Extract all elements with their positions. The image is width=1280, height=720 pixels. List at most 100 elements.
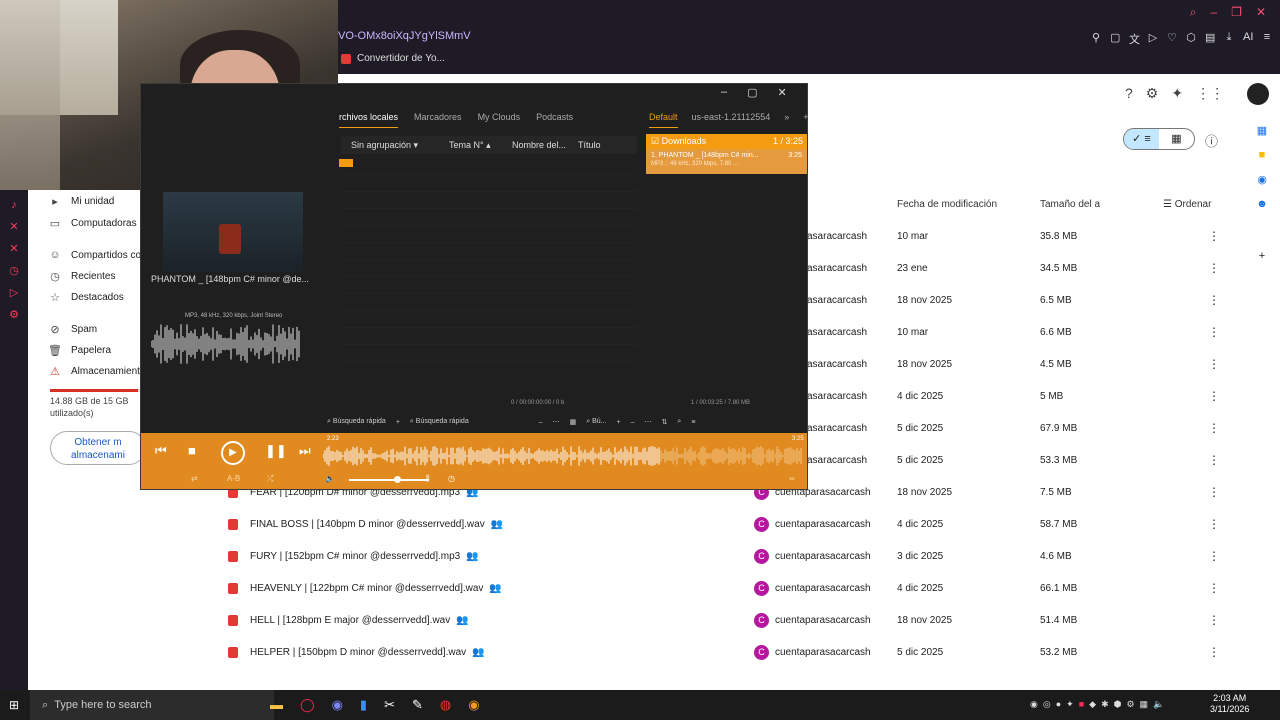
close-icon[interactable]: ✕ bbox=[778, 86, 787, 99]
table-row[interactable]: FINAL BOSS | [140bpm D minor @desserrved… bbox=[140, 509, 1240, 541]
more-icon[interactable]: ⋯ bbox=[553, 418, 560, 426]
list-view-icon[interactable]: ✓ ≡ bbox=[1124, 129, 1159, 149]
contacts-icon[interactable]: ☻ bbox=[1252, 198, 1272, 210]
download-icon[interactable]: ⤓ bbox=[1224, 31, 1234, 47]
equalizer-icon[interactable]: ⫼ bbox=[426, 474, 430, 484]
tray-app-icon[interactable]: ✦ bbox=[1066, 699, 1074, 710]
column-title[interactable]: Título bbox=[573, 136, 637, 154]
tray-app-icon[interactable]: ■ bbox=[1079, 699, 1084, 710]
extensions-icon[interactable]: ⬡ bbox=[1186, 31, 1196, 47]
tab-us-east[interactable]: us-east-1.21112554 bbox=[692, 112, 771, 128]
more-options-icon[interactable]: ⋮ bbox=[1208, 485, 1220, 499]
heart-icon[interactable]: ♡ bbox=[1167, 31, 1177, 47]
tray-app-icon[interactable]: ◆ bbox=[1089, 699, 1096, 710]
restore-icon[interactable]: ❐ bbox=[1231, 5, 1242, 20]
bookmark-convertidor[interactable]: Convertidor de Yo... bbox=[341, 53, 445, 64]
more-icon[interactable]: ⋯ bbox=[645, 418, 652, 426]
tray-app-icon[interactable]: ● bbox=[1056, 699, 1061, 710]
x-icon[interactable]: ✕ bbox=[0, 242, 28, 255]
add-tab-icon[interactable]: + bbox=[803, 112, 808, 128]
taskbar-clock[interactable]: 2:03 AM 3/11/2026 bbox=[1210, 693, 1249, 715]
get-storage-button[interactable]: Obtener m almacenami bbox=[50, 431, 146, 465]
discord-icon[interactable]: ◉ bbox=[332, 697, 343, 713]
volume-icon[interactable]: 🔈 bbox=[325, 474, 335, 483]
calendar-icon[interactable]: ▦ bbox=[1252, 124, 1272, 137]
sidebar-item-recientes[interactable]: ◷ Recientes bbox=[48, 270, 115, 283]
sort-arrows-icon[interactable]: ⇅ bbox=[662, 418, 668, 426]
tray-app-icon[interactable]: ⬢ bbox=[1114, 699, 1122, 710]
pin-icon[interactable]: ⚲ bbox=[1091, 31, 1101, 47]
tray-app-icon[interactable]: ◉ bbox=[1030, 699, 1038, 710]
tab-podcasts[interactable]: Podcasts bbox=[536, 112, 573, 128]
previous-icon[interactable]: ⏮ bbox=[155, 443, 167, 459]
twitter-x-icon[interactable]: ✕ bbox=[0, 220, 28, 233]
tray-app-icon[interactable]: ◎ bbox=[1043, 699, 1051, 710]
gemini-icon[interactable]: ✦ bbox=[1171, 85, 1183, 102]
link-icon[interactable]: ∞ bbox=[789, 474, 795, 483]
apps-grid-icon[interactable]: ⋮⋮ bbox=[1196, 85, 1224, 102]
more-options-icon[interactable]: ⋮ bbox=[1208, 229, 1220, 243]
add-icon[interactable]: + bbox=[396, 419, 400, 426]
sort-button[interactable]: ☰ Ordenar bbox=[1163, 199, 1211, 210]
sidebar-item-compartidos[interactable]: ☺ Compartidos co bbox=[48, 249, 141, 261]
tasks-icon[interactable]: ◉ bbox=[1252, 173, 1272, 186]
windows-start-icon[interactable]: ⊞ bbox=[9, 698, 19, 712]
translate-icon[interactable]: 文 bbox=[1129, 31, 1140, 47]
more-options-icon[interactable]: ⋮ bbox=[1208, 549, 1220, 563]
shuffle-icon[interactable]: ⤮ bbox=[267, 474, 273, 484]
quick-search-input[interactable]: ⌕ Búsqueda rápida bbox=[327, 418, 386, 426]
chrome-icon[interactable]: ◍ bbox=[440, 697, 451, 713]
next-icon[interactable]: ⏭ bbox=[299, 443, 311, 459]
more-options-icon[interactable]: ⋮ bbox=[1208, 581, 1220, 595]
playlist-item[interactable]: 1. PHANTOM _ [148bpm C# min... 3:25 MP3 … bbox=[646, 149, 807, 174]
tiktok-icon[interactable]: ♪ bbox=[0, 199, 28, 211]
add-icon[interactable]: + bbox=[617, 419, 621, 426]
ai-button[interactable]: AI bbox=[1243, 31, 1253, 47]
pause-icon[interactable]: ❚❚ bbox=[265, 443, 287, 459]
settings-icon[interactable]: ⚙ bbox=[0, 308, 28, 321]
history-icon[interactable]: ◷ bbox=[0, 264, 28, 277]
quick-search-input-2[interactable]: ⌕ Búsqueda rápida bbox=[410, 418, 469, 426]
tab-my-clouds[interactable]: My Clouds bbox=[478, 112, 521, 128]
search-icon[interactable]: ⌕ bbox=[1190, 5, 1197, 20]
column-grouping[interactable]: Sin agrupación ▾ bbox=[341, 136, 439, 154]
grid-view-icon[interactable]: ▦ bbox=[1159, 129, 1194, 149]
sidebar-item-spam[interactable]: ⊘ Spam bbox=[48, 323, 97, 336]
timer-icon[interactable]: ◷ bbox=[448, 474, 455, 483]
player-icon[interactable]: ▷ bbox=[0, 286, 28, 299]
more-options-icon[interactable]: ⋮ bbox=[1208, 517, 1220, 531]
play-icon[interactable]: ▷ bbox=[1148, 31, 1158, 47]
sidebar-item-papelera[interactable]: 🗑 Papelera bbox=[48, 344, 111, 357]
keep-icon[interactable]: ■ bbox=[1252, 149, 1272, 161]
aimp-icon[interactable]: ◉ bbox=[468, 697, 479, 713]
volume-icon[interactable]: 🔈 bbox=[1153, 699, 1164, 710]
volume-slider[interactable] bbox=[349, 479, 429, 481]
tray-app-icon[interactable]: ⚙ bbox=[1126, 699, 1134, 710]
more-options-icon[interactable]: ⋮ bbox=[1208, 261, 1220, 275]
column-header-size[interactable]: Tamaño del a bbox=[1040, 199, 1100, 210]
tab-archivos-locales[interactable]: rchivos locales bbox=[339, 112, 399, 128]
minimize-icon[interactable]: – bbox=[721, 86, 727, 99]
add-icon[interactable]: + bbox=[1252, 250, 1272, 262]
repeat-icon[interactable]: ⇄ bbox=[191, 474, 198, 483]
maximize-icon[interactable]: ▢ bbox=[747, 86, 757, 99]
menu-icon[interactable]: ≡ bbox=[691, 419, 695, 426]
wallet-icon[interactable]: ▤ bbox=[1205, 31, 1215, 47]
more-options-icon[interactable]: ⋮ bbox=[1208, 645, 1220, 659]
table-row[interactable]: FURY | [152bpm C# minor @desserrvedd].mp… bbox=[140, 541, 1240, 573]
minimize-icon[interactable]: – bbox=[1210, 5, 1217, 20]
column-track-number[interactable]: Tema N° ▴ bbox=[439, 136, 507, 154]
sidebar-item-mi-unidad[interactable]: ▸ Mi unidad bbox=[48, 195, 114, 208]
table-row[interactable]: HELL | [128bpm E major @desserrvedd].wav… bbox=[140, 605, 1240, 637]
tab-default[interactable]: Default bbox=[649, 112, 678, 128]
more-options-icon[interactable]: ⋮ bbox=[1208, 421, 1220, 435]
sidebar-item-destacados[interactable]: ☆ Destacados bbox=[48, 291, 124, 304]
grid-icon[interactable]: ▦ bbox=[570, 418, 577, 426]
minus-icon[interactable]: – bbox=[631, 419, 635, 426]
network-icon[interactable]: ▦ bbox=[1140, 699, 1149, 710]
table-row[interactable]: HELPER | [150bpm D minor @desserrvedd].w… bbox=[140, 637, 1240, 669]
opera-gx-icon[interactable]: ◯ bbox=[300, 697, 315, 713]
table-row[interactable]: HEAVENLY | [122bpm C# minor @desserrvedd… bbox=[140, 573, 1240, 605]
view-toggle[interactable]: ✓ ≡ ▦ bbox=[1123, 128, 1195, 150]
column-filename[interactable]: Nombre del... bbox=[507, 136, 573, 154]
